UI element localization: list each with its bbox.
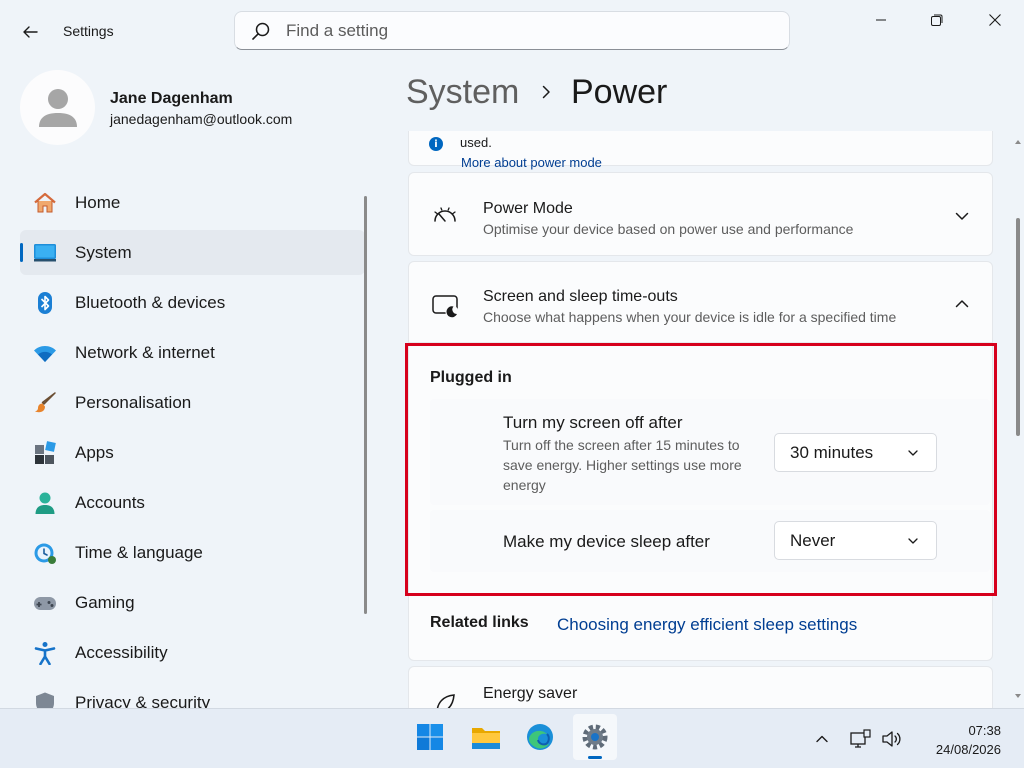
related-link-sleep-settings[interactable]: Choosing energy efficient sleep settings [557, 615, 857, 635]
sidebar-item-label: Gaming [75, 592, 135, 612]
page-title: Power [571, 73, 668, 111]
edge-icon [527, 724, 553, 750]
sidebar-item-privacy-security[interactable]: Privacy & security [20, 680, 365, 708]
sidebar-item-label: Bluetooth & devices [75, 292, 226, 312]
sidebar-item-gaming[interactable]: Gaming [20, 580, 365, 625]
sidebar-item-home[interactable]: Home [20, 180, 365, 225]
search-box[interactable] [234, 11, 790, 50]
sidebar-item-network[interactable]: Network & internet [20, 330, 365, 375]
breadcrumb-chevron-icon [542, 85, 550, 99]
title-bar: Settings [0, 0, 1024, 60]
windows-start-icon [417, 724, 443, 750]
info-icon: i [429, 137, 443, 151]
clock-date: 24/08/2026 [935, 742, 1001, 757]
network-tray-button[interactable] [849, 727, 873, 751]
power-mode-description: Optimise your device based on power use … [483, 221, 854, 237]
sidebar-item-apps[interactable]: Apps [20, 430, 365, 475]
gamepad-icon [33, 591, 57, 615]
sidebar-item-label: Privacy & security [75, 692, 211, 709]
highlight-box [405, 343, 997, 596]
search-icon [252, 22, 270, 40]
sidebar-item-system[interactable]: System [20, 230, 365, 275]
close-icon [989, 14, 1001, 26]
sidebar-item-personalisation[interactable]: Personalisation [20, 380, 365, 425]
avatar[interactable] [20, 70, 95, 145]
sidebar-item-label: System [75, 242, 132, 262]
info-note-text: used. [460, 135, 492, 150]
apps-icon [33, 441, 57, 465]
accounts-icon [33, 491, 57, 515]
chevron-down-icon[interactable] [954, 208, 970, 224]
sidebar-item-label: Network & internet [75, 342, 215, 362]
user-name: Jane Dagenham [110, 90, 233, 107]
wifi-icon [33, 341, 57, 365]
power-mode-info-link[interactable]: More about power mode [461, 155, 602, 170]
related-links-label: Related links [430, 614, 529, 631]
sidebar-item-label: Personalisation [75, 392, 192, 412]
chevron-up-icon[interactable] [954, 296, 970, 312]
screen-sleep-description: Choose what happens when your device is … [483, 309, 897, 325]
screen-sleep-title: Screen and sleep time-outs [483, 288, 678, 305]
edge-button[interactable] [518, 714, 562, 760]
chevron-up-icon [816, 735, 828, 743]
speedometer-icon [434, 207, 456, 222]
power-mode-info-card: i used. More about power mode [408, 131, 993, 170]
restore-icon [931, 14, 943, 26]
screen-sleep-icon [432, 295, 459, 319]
sidebar-item-accounts[interactable]: Accounts [20, 480, 365, 525]
minimize-button[interactable] [858, 8, 904, 32]
accessibility-icon [33, 641, 57, 665]
energy-saver-icon [436, 694, 455, 708]
show-hidden-icons-button[interactable] [810, 727, 834, 751]
energy-saver-title: Energy saver [483, 685, 578, 702]
start-button[interactable] [408, 714, 452, 760]
sidebar-scrollbar[interactable] [364, 196, 367, 614]
brush-icon [33, 391, 57, 415]
clock-globe-icon [33, 541, 57, 565]
settings-icon [582, 724, 608, 750]
app-title: Settings [63, 23, 114, 39]
back-button[interactable] [14, 16, 46, 48]
breadcrumb-parent[interactable]: System [406, 73, 519, 112]
sidebar-item-label: Accessibility [75, 642, 168, 662]
taskbar: 07:38 24/08/2026 [0, 708, 1024, 768]
sidebar-item-label: Home [75, 192, 121, 212]
sidebar-item-label: Apps [75, 442, 114, 462]
search-input[interactable] [286, 20, 766, 41]
clock-time: 07:38 [968, 723, 1001, 738]
user-email: janedagenham@outlook.com [110, 111, 293, 127]
system-icon [33, 241, 57, 265]
home-icon [33, 191, 57, 215]
speaker-icon [882, 731, 901, 747]
power-mode-card[interactable]: Power Mode Optimise your device based on… [408, 172, 993, 256]
minimize-icon [876, 19, 886, 21]
sidebar-nav: Home System Bluetooth & devices Network … [20, 180, 365, 708]
sidebar-item-bluetooth[interactable]: Bluetooth & devices [20, 280, 365, 325]
ethernet-monitor-icon [850, 729, 871, 748]
sidebar-item-time-language[interactable]: Time & language [20, 530, 365, 575]
file-explorer-button[interactable] [464, 714, 508, 760]
volume-tray-button[interactable] [880, 727, 904, 751]
content-scrollbar[interactable] [1012, 130, 1024, 708]
sidebar-item-label: Accounts [75, 492, 145, 512]
energy-saver-card[interactable]: Energy saver [408, 666, 993, 708]
user-avatar-icon [38, 88, 77, 127]
scroll-down-icon[interactable] [1014, 692, 1022, 700]
settings-taskbar-button[interactable] [573, 714, 617, 760]
taskbar-clock[interactable]: 07:38 24/08/2026 [917, 721, 1001, 759]
sidebar-item-label: Time & language [75, 542, 203, 562]
power-mode-title: Power Mode [483, 200, 573, 217]
restore-button[interactable] [914, 8, 960, 32]
file-explorer-icon [472, 728, 500, 749]
scrollbar-thumb[interactable] [1016, 218, 1020, 436]
sidebar-item-accessibility[interactable]: Accessibility [20, 630, 365, 675]
shield-icon [33, 691, 57, 708]
scroll-up-icon[interactable] [1014, 138, 1022, 146]
bluetooth-icon [33, 291, 57, 315]
back-arrow-icon [23, 26, 38, 38]
close-button[interactable] [972, 8, 1018, 32]
